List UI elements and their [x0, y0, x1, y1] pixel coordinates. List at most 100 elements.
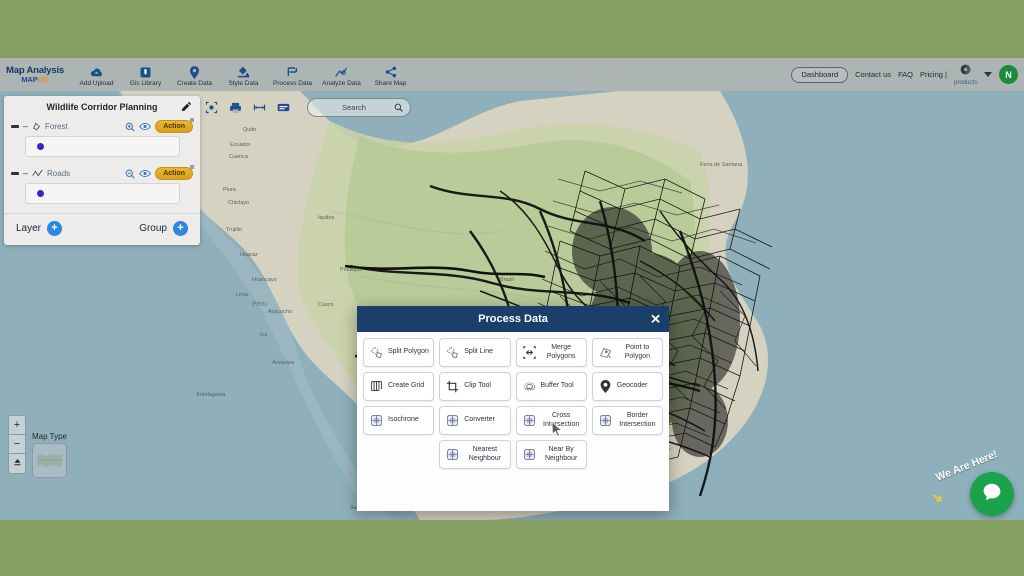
chat-bubble-icon [981, 481, 1003, 508]
plus-icon: + [47, 221, 63, 236]
tool-label: Near By Neighbour [544, 446, 578, 462]
layer-action-button[interactable]: Action [155, 118, 194, 133]
products-menu[interactable]: products [954, 63, 977, 86]
add-group-button[interactable]: Group + [139, 221, 188, 236]
tool-grid-spacer [592, 440, 663, 469]
dashboard-button[interactable]: Dashboard [791, 66, 849, 83]
layer-style-preview[interactable] [25, 136, 180, 157]
tool-create-grid[interactable]: Create Grid [363, 372, 435, 401]
svg-text:Ayacucho: Ayacucho [268, 309, 292, 315]
zoom-out-button[interactable]: − [9, 435, 25, 454]
fullscreen-target-icon[interactable] [205, 101, 218, 114]
tool-buffer-tool[interactable]: Buffer Tool [515, 372, 587, 401]
tool-geocoder[interactable]: Geocoder [591, 372, 663, 401]
drag-handle-icon[interactable] [11, 125, 19, 128]
nav-label: Style Data [228, 79, 259, 87]
tool-near-by-neighbour[interactable]: Near By Neighbour [515, 440, 587, 469]
compass-button[interactable] [9, 454, 25, 473]
chevron-down-icon[interactable] [984, 72, 992, 77]
search-input[interactable] [318, 103, 390, 112]
style-dot-icon [37, 190, 44, 197]
tool-clip-tool[interactable]: Clip Tool [439, 372, 511, 401]
nav-item-style-data[interactable]: Style Data [219, 63, 268, 87]
eye-icon[interactable] [139, 169, 152, 178]
tool-label: Split Polygon [388, 348, 429, 356]
cross-intersection-icon [523, 414, 536, 427]
collapse-icon[interactable]: – [23, 122, 28, 131]
contact-us-link[interactable]: Contact us [855, 70, 891, 79]
svg-text:Cusco: Cusco [318, 302, 334, 308]
tool-isochrone[interactable]: Isochrone [363, 406, 435, 435]
svg-text:Peru: Peru [252, 301, 267, 308]
svg-text:Pucallpa: Pucallpa [340, 267, 362, 273]
merge-icon [522, 346, 536, 359]
search-icon[interactable] [394, 99, 403, 117]
eye-icon[interactable] [139, 122, 152, 131]
tool-grid-spacer [363, 474, 434, 503]
modal-header: Process Data ✕ [357, 306, 669, 332]
nav-label: Create Data [176, 79, 213, 87]
map-type-thumbnail[interactable] [32, 443, 67, 478]
layer-name: Roads [47, 169, 71, 178]
tool-merge-polygons[interactable]: Merge Polygons [515, 338, 587, 367]
collapse-icon[interactable]: – [23, 169, 28, 178]
tool-nearest-neighbour[interactable]: Nearest Neighbour [439, 440, 511, 469]
close-icon[interactable]: ✕ [650, 313, 661, 326]
map-search-box[interactable] [307, 98, 411, 117]
pointer-arrow-icon: ➜ [928, 488, 947, 507]
svg-text:Chiclayo: Chiclayo [228, 200, 249, 206]
analyze-chart-icon [335, 66, 348, 79]
add-layer-button[interactable]: Layer + [16, 221, 63, 236]
measure-icon[interactable] [253, 102, 266, 113]
add-group-label: Group [139, 223, 167, 234]
zoom-in-icon[interactable] [125, 122, 135, 132]
cloud-upload-icon [90, 66, 103, 79]
nav-items: Add Upload Gis Library Create Data Style… [72, 63, 415, 87]
style-dot-icon [37, 143, 44, 150]
drag-handle-icon[interactable] [11, 172, 19, 175]
isochrone-icon [370, 414, 383, 427]
tool-border-intersection[interactable]: Border Intersection [591, 406, 663, 435]
faq-link[interactable]: FAQ [898, 70, 913, 79]
modal-body: Split Polygon Split Line Merge Polygons … [357, 332, 669, 511]
svg-text:Cuenca: Cuenca [229, 154, 249, 160]
paint-bucket-icon [237, 66, 250, 79]
tool-converter[interactable]: Converter [439, 406, 511, 435]
zoom-in-button[interactable]: + [9, 416, 25, 435]
map-canvas[interactable]: Quito Ecuador Cuenca Piura Chiclayo Truj… [0, 91, 1024, 520]
grid-icon [370, 380, 383, 393]
add-layer-label: Layer [16, 223, 42, 234]
split-polygon-icon [370, 346, 383, 359]
layer-style-preview[interactable] [25, 183, 180, 204]
nav-item-process-data[interactable]: Process Data [268, 63, 317, 87]
zoom-out-icon[interactable] [125, 169, 135, 179]
svg-text:Arequipa: Arequipa [272, 360, 295, 366]
pencil-icon[interactable] [181, 101, 192, 114]
print-icon[interactable] [229, 102, 242, 114]
map-type-label: Map Type [32, 432, 67, 441]
legend-icon[interactable] [277, 102, 290, 113]
layer-panel: Wildlife Corridor Planning – Forest Acti… [4, 96, 200, 245]
pricing-link[interactable]: Pricing | [920, 70, 947, 79]
layer-row[interactable]: – Roads Action [11, 164, 194, 182]
layer-action-button[interactable]: Action [155, 165, 194, 180]
nav-item-create-data[interactable]: Create Data [170, 63, 219, 87]
top-navigation-bar: Map Analysis MAPOG Add Upload Gis Librar [0, 58, 1024, 91]
nav-item-gis-library[interactable]: Gis Library [121, 63, 170, 87]
tool-point-to-polygon[interactable]: Point to Polygon [591, 338, 663, 367]
tool-split-polygon[interactable]: Split Polygon [363, 338, 435, 367]
application-window: Map Analysis MAPOG Add Upload Gis Librar [0, 58, 1024, 520]
tool-label: Nearest Neighbour [468, 446, 502, 462]
tool-split-line[interactable]: Split Line [439, 338, 511, 367]
tool-label: Border Intersection [619, 412, 656, 428]
nav-item-share-map[interactable]: Share Map [366, 63, 415, 87]
nav-item-analyze-data[interactable]: Analyze Data [317, 63, 366, 87]
brand-logo[interactable]: Map Analysis MAPOG [4, 65, 66, 84]
tool-label: Geocoder [616, 382, 648, 390]
avatar[interactable]: N [999, 65, 1018, 84]
converter-icon [446, 414, 459, 427]
chat-button[interactable] [970, 472, 1014, 516]
nav-item-add-upload[interactable]: Add Upload [72, 63, 121, 87]
layer-row[interactable]: – Forest Action [11, 117, 194, 135]
tool-cross-intersection[interactable]: Cross Intersection [515, 406, 587, 435]
